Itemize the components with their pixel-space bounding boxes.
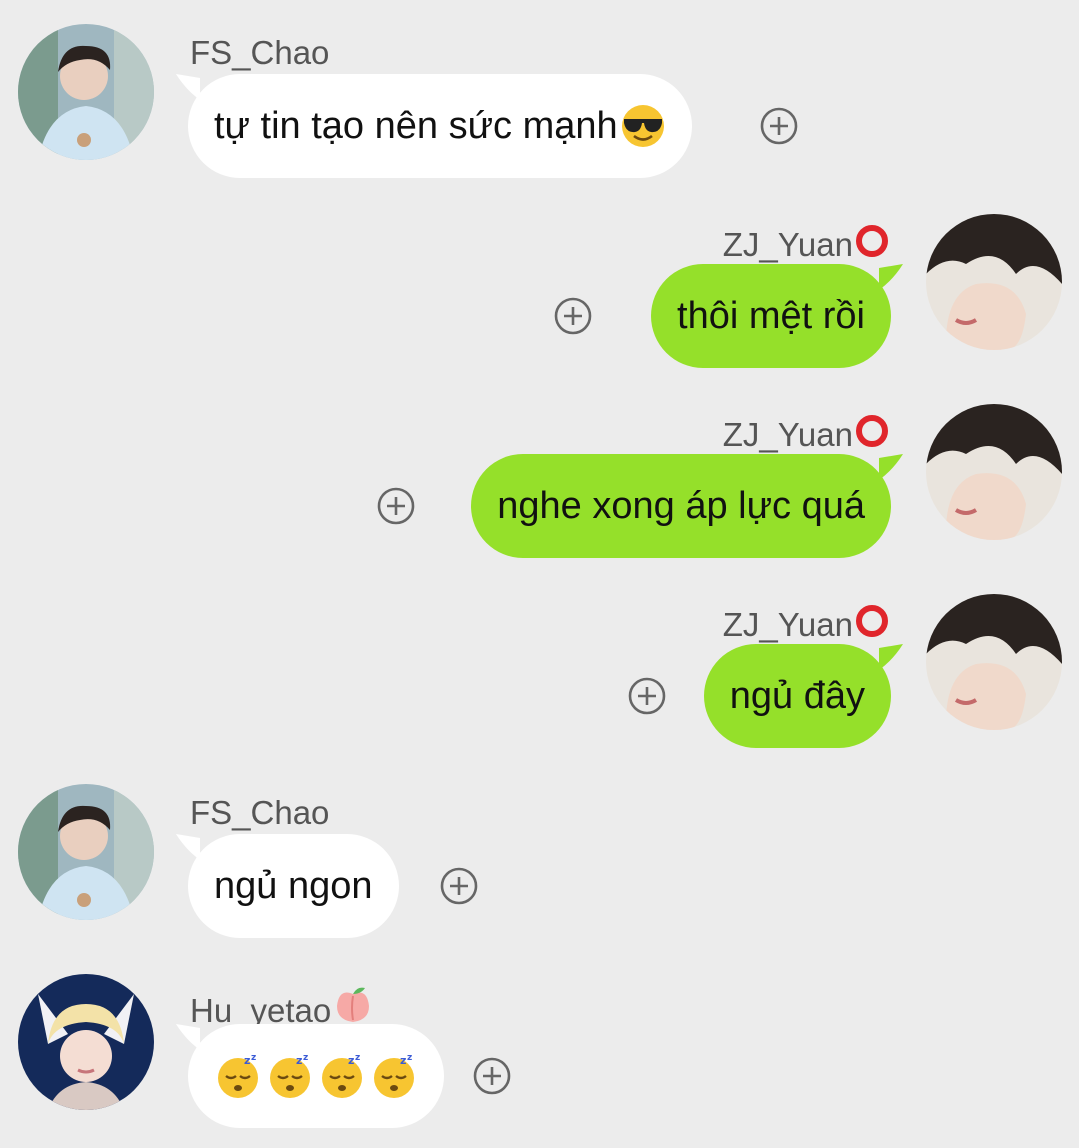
sender-name: ZJ_Yuan xyxy=(723,224,889,264)
avatar[interactable] xyxy=(18,24,154,160)
message-bubble[interactable]: thôi mệt rồi xyxy=(651,264,891,368)
message-text: ngủ đây xyxy=(729,674,865,717)
peach-icon xyxy=(337,987,370,1022)
add-reaction-icon[interactable] xyxy=(472,1056,512,1096)
message-text: thôi mệt rồi xyxy=(677,294,865,337)
bubble-tail xyxy=(879,264,903,290)
sender-name: ZJ_Yuan xyxy=(723,414,889,454)
add-reaction-icon[interactable] xyxy=(759,106,799,146)
message-bubble[interactable]: ngủ đây xyxy=(703,644,891,748)
message-bubble[interactable]: ngủ ngon xyxy=(188,834,399,938)
add-reaction-icon[interactable] xyxy=(439,866,479,906)
message-text: tự tin tạo nên sức mạnh xyxy=(214,104,618,147)
message-bubble[interactable] xyxy=(188,1024,444,1128)
message-bubble[interactable]: nghe xong áp lực quá xyxy=(471,454,891,558)
avatar[interactable] xyxy=(18,974,154,1110)
sunglasses-emoji-icon xyxy=(621,105,664,147)
sleeping-face-icon xyxy=(268,1052,312,1100)
bubble-tail xyxy=(879,454,903,480)
sleeping-face-icon xyxy=(320,1052,364,1100)
add-reaction-icon[interactable] xyxy=(376,486,416,526)
sleeping-face-icon xyxy=(372,1052,416,1100)
sender-name: ZJ_Yuan xyxy=(723,604,889,644)
sender-name: FS_Chao xyxy=(190,34,330,71)
avatar[interactable] xyxy=(18,784,154,920)
sender-name: FS_Chao xyxy=(190,794,330,831)
message-text: nghe xong áp lực quá xyxy=(497,484,865,527)
avatar[interactable] xyxy=(926,594,1062,730)
avatar[interactable] xyxy=(926,214,1062,350)
message-bubble[interactable]: tự tin tạo nên sức mạnh xyxy=(188,74,692,178)
message-text: ngủ ngon xyxy=(214,864,373,907)
sleeping-face-icon xyxy=(216,1052,260,1100)
add-reaction-icon[interactable] xyxy=(553,296,593,336)
red-circle-icon xyxy=(856,415,888,447)
emoji-row xyxy=(214,1052,418,1100)
red-circle-icon xyxy=(856,605,888,637)
avatar[interactable] xyxy=(926,404,1062,540)
bubble-tail xyxy=(879,644,903,670)
red-circle-icon xyxy=(856,225,888,257)
add-reaction-icon[interactable] xyxy=(627,676,667,716)
